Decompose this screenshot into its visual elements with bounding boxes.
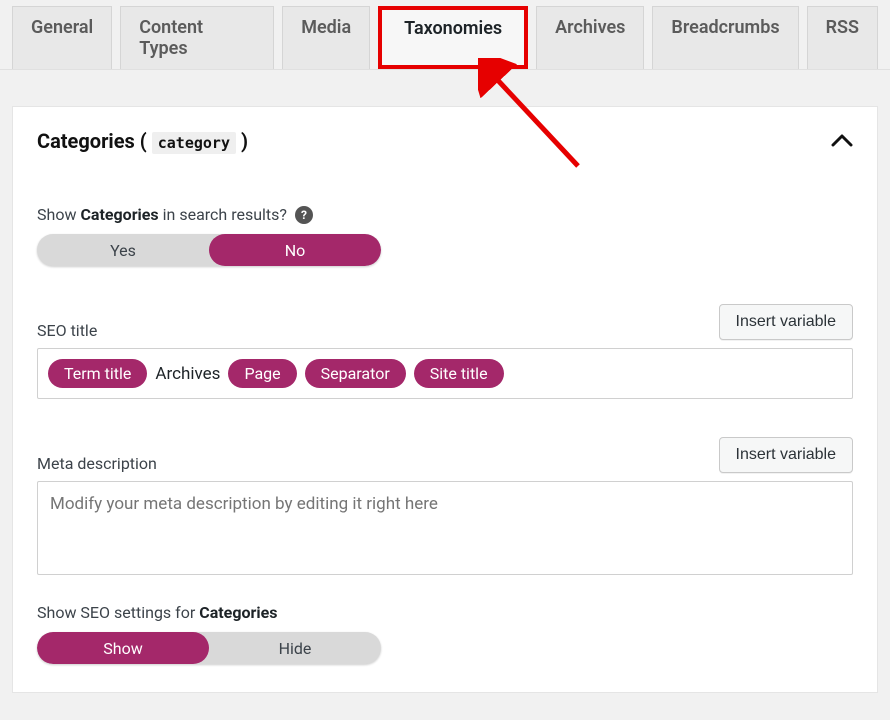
show-seo-settings-hide[interactable]: Hide — [209, 632, 381, 664]
meta-desc-label: Meta description — [37, 454, 157, 473]
insert-variable-meta-desc-button[interactable]: Insert variable — [719, 437, 854, 473]
section-header: Categories ( category ) — [37, 129, 853, 153]
show-in-search-suffix: in search results? — [159, 205, 287, 224]
token-site-title[interactable]: Site title — [414, 359, 504, 388]
token-archives-text: Archives — [155, 364, 220, 384]
tab-taxonomies[interactable]: Taxonomies — [378, 6, 528, 69]
token-separator[interactable]: Separator — [305, 359, 406, 388]
show-in-search-no[interactable]: No — [209, 234, 381, 266]
seo-title-label-row: SEO title Insert variable — [37, 304, 853, 340]
open-paren: ( — [140, 129, 147, 153]
tab-rss[interactable]: RSS — [807, 6, 878, 69]
categories-panel: Categories ( category ) Show Categories … — [12, 106, 878, 693]
seo-title-label: SEO title — [37, 321, 97, 340]
tab-breadcrumbs[interactable]: Breadcrumbs — [652, 6, 798, 69]
insert-variable-seo-title-button[interactable]: Insert variable — [719, 304, 854, 340]
show-seo-settings-label: Show SEO settings for Categories — [37, 603, 853, 622]
show-in-search-prefix: Show — [37, 205, 80, 224]
section-title-text: Categories — [37, 129, 135, 153]
help-icon[interactable]: ? — [295, 206, 313, 224]
tab-general[interactable]: General — [12, 6, 112, 69]
tabs-row: General Content Types Media Taxonomies A… — [0, 0, 890, 70]
show-in-search-label: Show Categories in search results? ? — [37, 205, 853, 224]
section-title: Categories ( category ) — [37, 129, 248, 153]
tab-media[interactable]: Media — [282, 6, 370, 69]
chevron-up-icon[interactable] — [831, 130, 853, 152]
tab-archives[interactable]: Archives — [536, 6, 644, 69]
token-page[interactable]: Page — [228, 359, 296, 388]
meta-description-input[interactable] — [37, 481, 853, 575]
show-seo-settings-prefix: Show SEO settings for — [37, 603, 199, 622]
meta-desc-label-row: Meta description Insert variable — [37, 437, 853, 473]
close-paren: ) — [241, 129, 248, 153]
show-in-search-strong: Categories — [80, 205, 158, 224]
show-seo-settings-show[interactable]: Show — [37, 632, 209, 664]
tab-content-types[interactable]: Content Types — [120, 6, 274, 69]
seo-title-input[interactable]: Term title Archives Page Separator Site … — [37, 348, 853, 399]
show-seo-settings-toggle: Show Hide — [37, 632, 381, 664]
section-slug: category — [152, 132, 236, 154]
show-in-search-toggle: Yes No — [37, 234, 381, 266]
token-term-title[interactable]: Term title — [48, 359, 147, 388]
show-in-search-yes[interactable]: Yes — [37, 234, 209, 266]
show-seo-settings-strong: Categories — [199, 603, 277, 622]
